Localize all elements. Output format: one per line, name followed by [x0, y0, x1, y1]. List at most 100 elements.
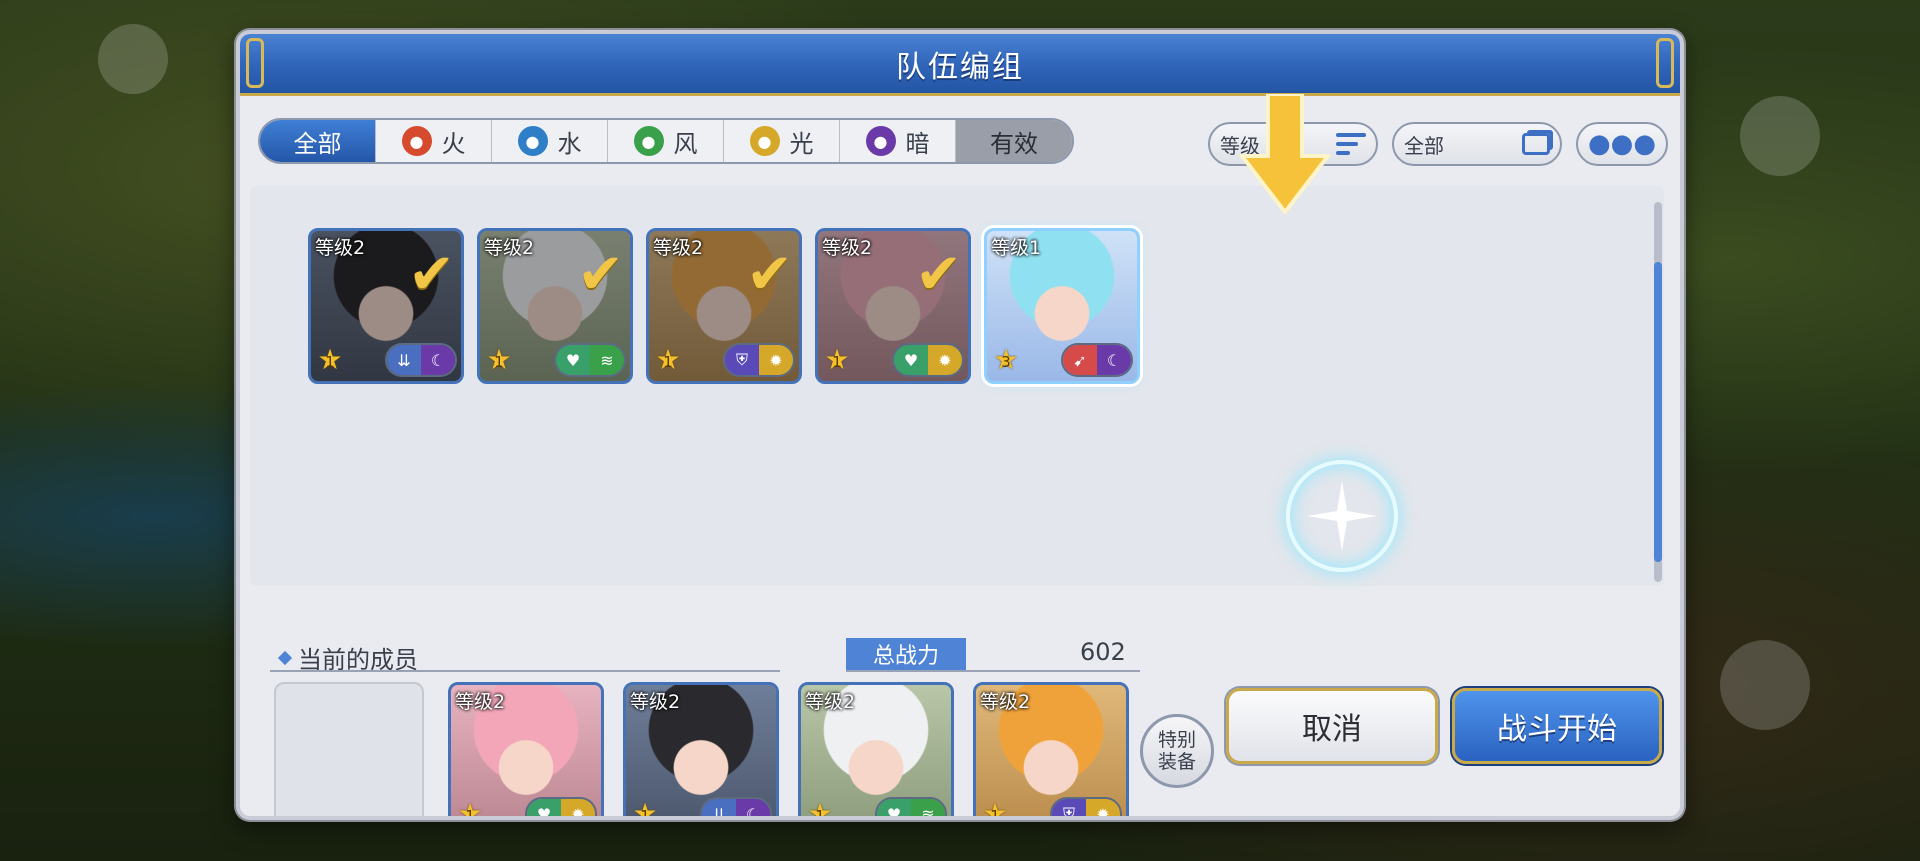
character-level: 等级2: [484, 237, 535, 259]
dark-element-icon: ☾: [1097, 345, 1131, 375]
heal-icon: ♥: [527, 799, 561, 816]
role-element-badges: ➹ ☾: [1061, 343, 1133, 377]
character-roster: 等级2 ★ 1 ⇊ ☾ ✔ 等级2 ★ 1 ♥ ≋ ✔ 等级2 ★ 1 ⛨ ✹ ✔ 等级2 ★ 1 ♥ ✹ ✔ 等级1 ★ 3 ➹ ☾: [250, 186, 1664, 586]
character-card[interactable]: 等级2 ★ 1 ⛨ ✹: [973, 682, 1129, 820]
dark-element-icon: ●: [865, 126, 896, 156]
star-rank-value: 1: [325, 353, 335, 371]
star-rank-icon: ★ 1: [630, 799, 660, 820]
light-element-icon: ✹: [1086, 799, 1120, 816]
tab-wind-element[interactable]: ● 风: [608, 120, 724, 162]
tab-all[interactable]: 全部: [260, 120, 376, 162]
role-element-badges: ♥ ≋: [875, 797, 947, 816]
header-corner-ornament: [1656, 38, 1674, 88]
selected-check-icon: ✔: [915, 242, 962, 307]
roster-scroll-thumb[interactable]: [1654, 262, 1662, 562]
star-rank-value: 1: [663, 353, 673, 371]
character-level: 等级2: [653, 237, 704, 259]
dark-element-icon: ☾: [736, 799, 770, 816]
cancel-button[interactable]: 取消: [1226, 688, 1438, 764]
tutorial-arrow-icon: [1240, 94, 1330, 214]
star-rank-value: 1: [832, 353, 842, 371]
diamond-bullet-icon: [277, 650, 293, 665]
role-element-badges: ♥ ✹: [525, 797, 597, 816]
wind-element-icon: ≋: [911, 799, 945, 816]
light-element-icon: ✹: [759, 345, 793, 375]
tab-label: 水: [557, 129, 582, 158]
roster-scrollbar[interactable]: [1654, 202, 1662, 582]
star-rank-icon: ★ 1: [484, 345, 514, 375]
special-equipment-button[interactable]: 特别装备: [1140, 714, 1214, 788]
character-card[interactable]: 等级2 ★ 1 ⇊ ☾ ✔: [308, 228, 464, 384]
filter-dropdown[interactable]: 全部: [1392, 122, 1562, 166]
speed-down-icon: ⇊: [387, 345, 421, 375]
dialog-header: 队伍编组: [240, 34, 1680, 96]
fire-element-icon: ●: [401, 126, 432, 156]
role-element-badges: ⇊ ☾: [385, 343, 457, 377]
character-card[interactable]: 等级1 ★ 3 ➹ ☾: [984, 228, 1140, 384]
dialog-title: 队伍编组: [896, 49, 1024, 85]
empty-member-slot[interactable]: [274, 682, 424, 816]
power-divider: [846, 670, 1140, 672]
star-rank-value: 1: [990, 807, 1000, 820]
star-rank-icon: ★ 1: [653, 345, 683, 375]
selected-check-icon: ✔: [577, 242, 624, 307]
tab-label: 全部: [293, 129, 342, 158]
star-rank-icon: ★ 3: [991, 345, 1021, 375]
character-card[interactable]: 等级2 ★ 1 ♥ ✹ ✔: [815, 228, 971, 384]
star-rank-icon: ★ 1: [315, 345, 345, 375]
character-card[interactable]: 等级2 ★ 1 ⛨ ✹ ✔: [646, 228, 802, 384]
tab-valid[interactable]: 有效: [956, 120, 1072, 162]
tab-label: 光: [789, 129, 814, 158]
special-equipment-label: 特别装备: [1157, 729, 1196, 773]
tab-label: 风: [673, 129, 698, 158]
water-element-icon: ●: [517, 126, 548, 156]
wind-element-icon: ≋: [590, 345, 624, 375]
tab-water-element[interactable]: ● 水: [492, 120, 608, 162]
character-card[interactable]: 等级2 ★ 1 ♥ ≋ ✔: [477, 228, 633, 384]
shield-icon: ⛨: [725, 345, 759, 375]
cards-icon: [1522, 133, 1550, 155]
party-preset-button[interactable]: ●●●: [1576, 122, 1668, 166]
map-menu-icon: [1740, 96, 1820, 176]
tab-fire-element[interactable]: ● 火: [376, 120, 492, 162]
character-card[interactable]: 等级2 ★ 1 ⇊ ☾: [623, 682, 779, 820]
heal-icon: ♥: [877, 799, 911, 816]
party-formation-dialog: 队伍编组 全部 ● 火 ● 水 ● 风 ● 光 ● 暗有效 等级 全部 ●●● 等级2 ★ 1 ⇊ ☾ ✔ 等级…: [236, 30, 1684, 820]
heal-icon: ♥: [894, 345, 928, 375]
star-rank-value: 1: [640, 807, 650, 820]
light-element-icon: ●: [749, 126, 780, 156]
star-rank-icon: ★ 1: [822, 345, 852, 375]
star-rank-value: 1: [465, 807, 475, 820]
character-level: 等级2: [630, 691, 681, 713]
start-battle-button[interactable]: 战斗开始: [1452, 688, 1662, 764]
shield-icon: ⛨: [1052, 799, 1086, 816]
role-element-badges: ♥ ✹: [892, 343, 964, 377]
total-power-value: 602: [1080, 638, 1126, 666]
attack-icon: ➹: [1063, 345, 1097, 375]
section-divider: [270, 670, 780, 672]
tab-light-element[interactable]: ● 光: [724, 120, 840, 162]
back-icon: [98, 24, 168, 94]
start-battle-label: 战斗开始: [1497, 712, 1617, 747]
light-element-icon: ✹: [928, 345, 962, 375]
star-rank-icon: ★ 1: [455, 799, 485, 820]
header-corner-ornament: [246, 38, 264, 88]
tab-label: 暗: [905, 129, 930, 158]
light-element-icon: ✹: [561, 799, 595, 816]
star-rank-icon: ★ 1: [805, 799, 835, 820]
tab-dark-element[interactable]: ● 暗: [840, 120, 956, 162]
selected-check-icon: ✔: [746, 242, 793, 307]
character-card[interactable]: 等级2 ★ 1 ♥ ✹: [448, 682, 604, 820]
character-level: 等级2: [805, 691, 856, 713]
character-level: 等级2: [980, 691, 1031, 713]
character-level: 等级2: [315, 237, 366, 259]
character-card[interactable]: 等级2 ★ 1 ♥ ≋: [798, 682, 954, 820]
star-rank-value: 1: [815, 807, 825, 820]
dark-element-icon: ☾: [421, 345, 455, 375]
character-level: 等级2: [455, 691, 506, 713]
selected-check-icon: ✔: [408, 242, 455, 307]
filter-dropdown-label: 全部: [1404, 133, 1444, 158]
role-element-badges: ⛨ ✹: [723, 343, 795, 377]
character-level: 等级1: [991, 237, 1042, 259]
tab-label: 有效: [990, 129, 1038, 158]
